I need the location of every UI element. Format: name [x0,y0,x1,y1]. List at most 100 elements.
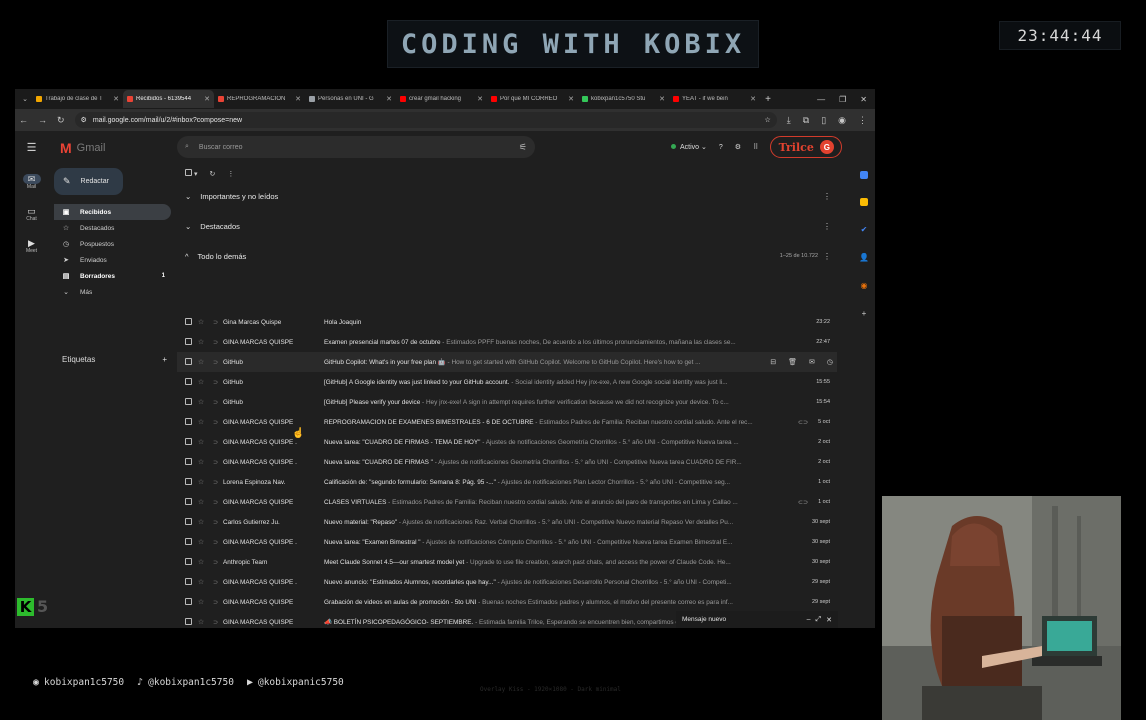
account-button[interactable]: Trilce G [770,136,843,158]
email-row[interactable]: ☆ ⊃ GINA MARCAS QUISPE . Nueva tarea: "CUAD… [177,432,837,452]
email-checkbox[interactable] [177,517,192,527]
email-row[interactable]: ☆ ⊃ GitHub [GitHub] A Google identity was j… [177,372,837,392]
browser-tab[interactable]: YEAT - if we bein ✕ [669,90,760,108]
email-checkbox[interactable] [177,537,192,547]
help-icon[interactable]: ? [719,144,723,151]
importance-marker-icon[interactable]: ⊃ [208,419,223,426]
importance-marker-icon[interactable]: ⊃ [208,599,223,606]
chevron-down-icon[interactable]: ⌄ [185,222,191,231]
star-icon[interactable]: ☆ [194,498,208,506]
browser-menu-icon[interactable]: ⋮ [858,115,867,126]
email-checkbox[interactable] [177,497,192,507]
tab-close-icon[interactable]: ✕ [477,95,483,103]
inbox-section[interactable]: ⌄ Destacados ⋮ [177,211,837,241]
gmail-logo[interactable]: M Gmail [60,140,105,156]
star-icon[interactable]: ☆ [194,478,208,486]
importance-marker-icon[interactable]: ⊃ [208,399,223,406]
tab-close-icon[interactable]: ✕ [113,95,119,103]
tab-close-icon[interactable]: ✕ [295,95,301,103]
archive-icon[interactable]: ⊟ [770,358,776,366]
importance-marker-icon[interactable]: ⊃ [208,379,223,386]
tab-close-icon[interactable]: ✕ [659,95,665,103]
settings-icon[interactable]: ⚙ [735,143,741,151]
importance-marker-icon[interactable]: ⊃ [208,579,223,586]
email-row[interactable]: ☆ ⊃ GINA MARCAS QUISPE Grabación de videos … [177,592,837,612]
email-row[interactable]: ☆ ⊃ Gina Marcas Quispe Hola Joaquin 23:22 [177,312,837,332]
section-menu-icon[interactable]: ⋮ [823,222,831,231]
sidepanel-icon[interactable]: ▯ [821,115,826,126]
star-icon[interactable]: ☆ [194,438,208,446]
back-icon[interactable]: ← [19,115,28,125]
importance-marker-icon[interactable]: ⊃ [208,359,223,366]
nav-item-0[interactable]: ▣ Recibidos [54,204,171,220]
email-checkbox[interactable] [177,417,192,427]
browser-tab[interactable]: crear gmail hacking ✕ [396,90,487,108]
star-icon[interactable]: ☆ [194,418,208,426]
browser-tab[interactable]: Trabajo de clase de T ✕ [32,90,123,108]
attachment-icon[interactable]: ⊂⊃ [798,419,808,426]
email-checkbox[interactable] [177,577,192,587]
addon-icon[interactable]: ◉ [861,281,868,290]
nav-item-4[interactable]: ▤ Borradores 1 [54,268,171,284]
snooze-icon[interactable]: ◷ [827,358,833,366]
star-icon[interactable]: ☆ [194,538,208,546]
email-row[interactable]: ☆ ⊃ Carlos Gutierrez Ju. Nuevo material: "R… [177,512,837,532]
email-row[interactable]: ☆ ⊃ GitHub GitHub Copilot: What's in your f… [177,352,837,372]
attachment-icon[interactable]: ⊂⊃ [798,499,808,506]
nav-item-2[interactable]: ◷ Pospuestos [54,236,171,252]
forward-icon[interactable]: → [38,115,47,125]
importance-marker-icon[interactable]: ⊃ [208,339,223,346]
email-row[interactable]: ☆ ⊃ Lorena Espinoza Nav. Calificación de: "… [177,472,837,492]
restore-icon[interactable]: ❐ [839,95,846,104]
email-checkbox[interactable] [177,597,192,607]
email-row[interactable]: ☆ ⊃ GINA MARCAS QUISPE REPROGRAMACIÓN DE EX… [177,412,837,432]
email-row[interactable]: ☆ ⊃ GitHub [GitHub] Please verify your devi… [177,392,837,412]
nav-item-5[interactable]: ⌄ Más [54,284,171,300]
search-icon[interactable]: ⌕ [185,143,189,151]
email-checkbox[interactable] [177,477,192,487]
star-icon[interactable]: ☆ [194,458,208,466]
minimize-icon[interactable]: — [817,95,825,104]
delete-icon[interactable]: 🗑 [788,358,797,366]
status-selector[interactable]: Activo ⌄ [671,143,707,151]
profile-icon[interactable]: ◉ [838,115,846,126]
rail-item-meet[interactable]: ▶ Meet [25,238,39,255]
search-options-icon[interactable]: ⚟ [519,142,527,153]
email-row[interactable]: ☆ ⊃ GINA MARCAS QUISPE CLASES VIRTUALES - E… [177,492,837,512]
email-checkbox[interactable] [177,457,192,467]
get-addons-icon[interactable]: + [862,309,867,318]
nav-item-1[interactable]: ☆ Destacados [54,220,171,236]
browser-tab[interactable]: REPROGRAMACIÓN ✕ [214,90,305,108]
email-checkbox[interactable] [177,397,192,407]
rail-item-mail[interactable]: ✉ Mail [22,174,41,190]
reload-icon[interactable]: ↻ [57,115,65,126]
section-menu-icon[interactable]: ⋮ [823,192,831,201]
site-info-icon[interactable]: ⚙ [81,116,87,124]
email-checkbox[interactable] [177,377,192,387]
importance-marker-icon[interactable]: ⊃ [208,539,223,546]
star-icon[interactable]: ☆ [194,578,208,586]
star-icon[interactable]: ☆ [194,518,208,526]
tab-close-icon[interactable]: ✕ [204,95,210,103]
importance-marker-icon[interactable]: ⊃ [208,619,223,626]
contacts-icon[interactable]: 👤 [859,253,869,262]
importance-marker-icon[interactable]: ⊃ [208,479,223,486]
importance-marker-icon[interactable]: ⊃ [208,559,223,566]
star-icon[interactable]: ☆ [194,598,208,606]
minimize-compose-icon[interactable]: ‒ [807,616,811,624]
star-icon[interactable]: ☆ [194,378,208,386]
email-checkbox[interactable] [177,337,192,347]
browser-tab[interactable]: kobixpan1c5750 Stu ✕ [578,90,669,108]
add-label-icon[interactable]: + [162,355,167,364]
mark-read-icon[interactable]: ✉ [809,358,815,366]
importance-marker-icon[interactable]: ⊃ [208,439,223,446]
main-menu-icon[interactable]: ☰ [27,141,37,154]
email-checkbox[interactable] [177,557,192,567]
extensions-icon[interactable]: ⧉ [803,115,809,126]
tab-close-icon[interactable]: ✕ [386,95,392,103]
browser-tab[interactable]: Por que MI CORREO ✕ [487,90,578,108]
email-checkbox[interactable] [177,437,192,447]
email-checkbox[interactable] [177,317,192,327]
email-row[interactable]: ☆ ⊃ GINA MARCAS QUISPE . Nuevo anuncio: "Es… [177,572,837,592]
address-bar[interactable]: ⚙ mail.google.com/mail/u/2/#inbox?compos… [74,112,777,128]
